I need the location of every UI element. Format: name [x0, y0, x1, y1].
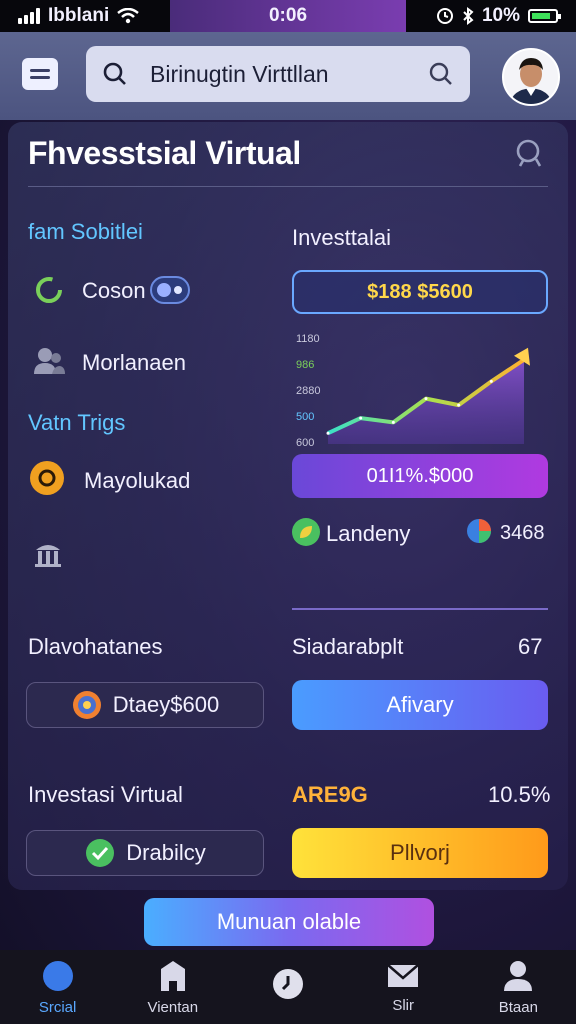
search-icon	[103, 62, 126, 85]
alarm-icon	[436, 8, 453, 24]
stability-label: Drabilcy	[126, 840, 206, 865]
list-item-label: Coson	[82, 278, 146, 303]
leaf-icon	[292, 518, 320, 546]
battery-icon	[528, 9, 561, 23]
status-time-area: 0:06	[170, 0, 406, 32]
stat-value: 3468	[500, 522, 545, 544]
wallet-icon	[72, 691, 101, 719]
search-text: Birinugtin Virttllan	[150, 60, 329, 87]
action-button[interactable]: Munuan olable	[144, 898, 434, 946]
list-item-label: Morlanaen	[82, 350, 186, 375]
mail-icon	[387, 963, 419, 987]
nav-label: Srcial	[38, 998, 77, 1016]
bluetooth-icon	[463, 7, 474, 25]
chart-area	[328, 359, 524, 444]
list-item-coson[interactable]: Coson	[82, 278, 146, 304]
row-label: Dlavohatanes	[28, 634, 163, 659]
nav-label: Btaan	[498, 998, 538, 1016]
carrier-label: Ibblani	[48, 5, 110, 26]
avatar[interactable]	[502, 48, 560, 106]
chart-point	[489, 379, 493, 383]
section-header: Vatn Trigs	[28, 410, 125, 436]
row-code: ARE9G	[292, 782, 368, 807]
section-header-text: fam Sobitlei	[28, 219, 143, 244]
balance-button[interactable]: Dtaey$600	[26, 682, 264, 728]
section-divider	[292, 608, 548, 610]
y-tick-label: 600	[296, 437, 314, 449]
price-box[interactable]: $188 $5600	[292, 270, 548, 314]
secondary-button[interactable]: Pllvorj	[292, 828, 548, 878]
chart-label: Investtalai	[292, 225, 392, 250]
toggle-icon[interactable]	[150, 276, 190, 304]
list-item-label: Mayolukad	[84, 468, 191, 493]
chart-point	[424, 397, 428, 401]
clock-icon	[272, 969, 303, 999]
nav-label: Vientan	[147, 998, 199, 1016]
nav-item-btaan[interactable]: Btaan	[470, 959, 566, 1016]
search-icon[interactable]	[512, 136, 548, 172]
clock-time: 0:06	[268, 5, 308, 26]
balance-label: Dtaey$600	[112, 692, 220, 717]
compass-icon	[42, 960, 73, 991]
bottom-nav: Srcial Vientan Slir Btaan	[0, 950, 576, 1024]
nav-item-srcial[interactable]: Srcial	[10, 959, 106, 1016]
search-icon[interactable]	[428, 61, 454, 87]
page-title: Fhvesstsial Virtual	[28, 135, 301, 171]
list-item-morlanaen[interactable]: Morlanaen	[82, 350, 186, 376]
menu-bar	[30, 69, 50, 72]
signal-icon	[18, 8, 40, 24]
app-header: Birinugtin Virttllan	[0, 32, 576, 120]
battery-percent: 10%	[481, 5, 520, 26]
status-right: 10%	[436, 5, 561, 27]
chart-point	[326, 431, 330, 435]
nav-item-slir[interactable]: Slir	[355, 961, 451, 1014]
menu-button[interactable]	[22, 58, 58, 90]
refresh-icon	[32, 273, 66, 307]
status-bar: Ibblani 0:06 10%	[0, 0, 576, 32]
y-tick-label: 500	[296, 411, 314, 423]
nav-item-vientan[interactable]: Vientan	[125, 959, 221, 1016]
primary-button[interactable]: Afivary	[292, 680, 548, 730]
chart-point	[391, 420, 395, 424]
list-item-mayolukad[interactable]: Mayolukad	[84, 468, 190, 494]
y-tick-label: 2880	[296, 385, 320, 397]
building-icon	[160, 960, 185, 991]
y-tick-label: 986	[296, 359, 314, 371]
investment-chart: 1180 986 2880 500 600	[296, 333, 530, 449]
nav-label: Slir	[392, 996, 414, 1014]
row-value: 67	[518, 634, 543, 659]
chart-point	[457, 403, 461, 407]
nav-item-clock[interactable]	[240, 967, 336, 1007]
row-label: Siadarabplt	[292, 634, 404, 659]
percent-box[interactable]: 01I1%.$000	[292, 454, 548, 498]
status-left: Ibblani	[18, 5, 140, 27]
person-icon	[504, 960, 533, 991]
check-icon	[86, 839, 115, 867]
users-icon	[34, 348, 65, 374]
search-input[interactable]: Birinugtin Virttllan	[86, 46, 470, 102]
coin-icon	[30, 461, 64, 495]
menu-bar	[30, 76, 50, 79]
y-tick-label: 1180	[296, 333, 320, 345]
section-header: fam Sobitlei	[28, 219, 143, 245]
stat-landeny: Landeny	[326, 521, 411, 546]
pie-icon	[467, 519, 491, 543]
avatar-portrait	[504, 50, 558, 104]
title-divider	[28, 186, 548, 187]
row-value: 10.5%	[488, 782, 551, 807]
section-header-text: Vatn Trigs	[28, 410, 126, 435]
wifi-icon	[117, 8, 140, 24]
chart-point	[359, 416, 363, 420]
stability-button[interactable]: Drabilcy	[26, 830, 264, 876]
row-label: Investasi Virtual	[28, 782, 183, 807]
bank-icon	[35, 545, 61, 567]
